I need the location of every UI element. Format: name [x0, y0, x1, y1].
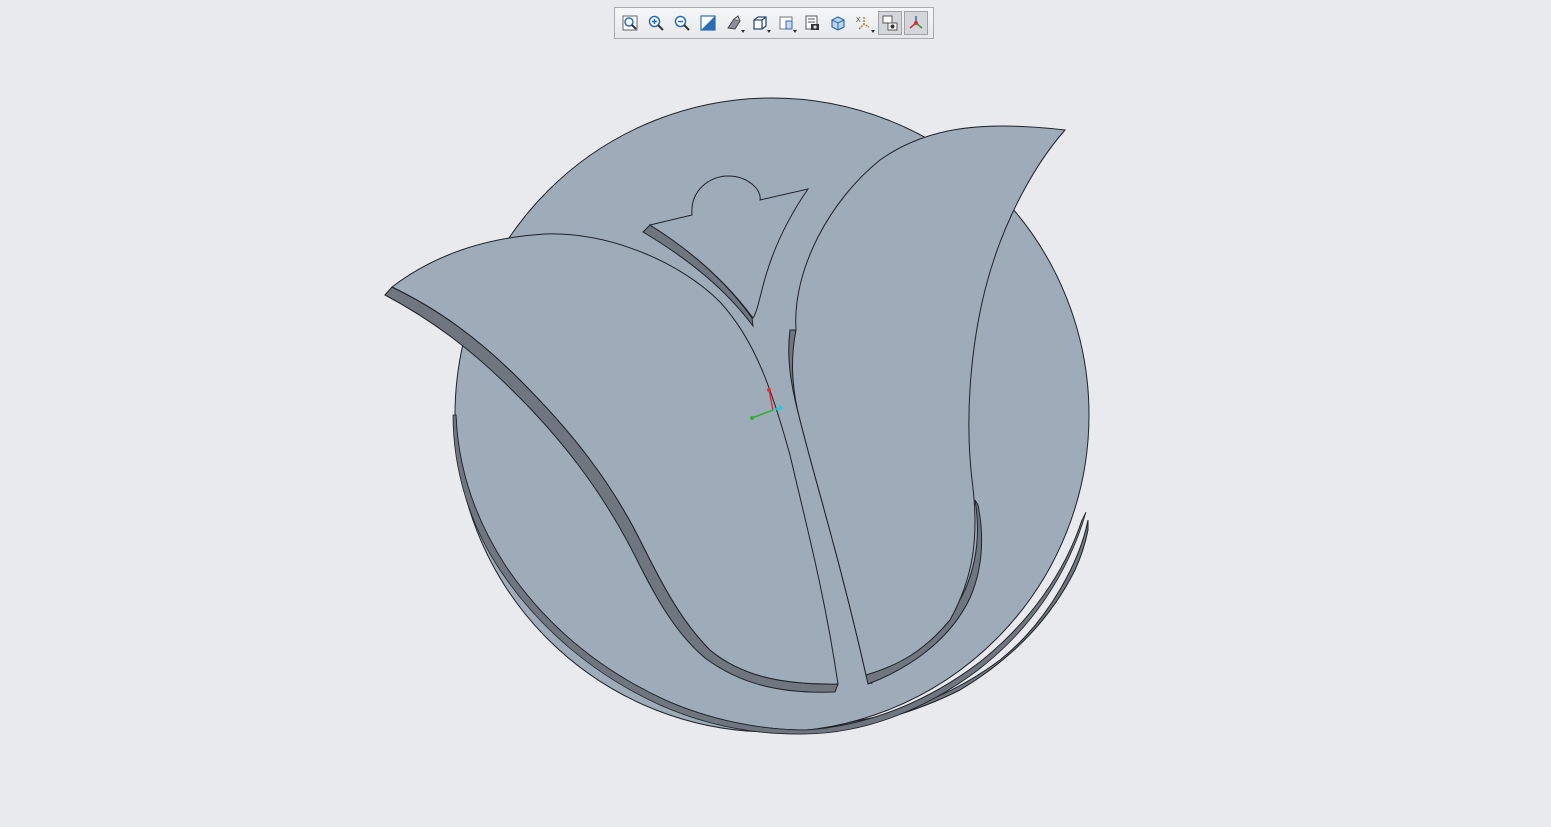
- view-manager-icon: [805, 15, 819, 30]
- annotation-display-icon: [882, 15, 898, 31]
- refit-button[interactable]: [618, 11, 642, 35]
- repaint-icon: [700, 15, 716, 31]
- view-toolbar: X: [614, 7, 934, 39]
- refit-icon: [622, 15, 638, 31]
- section-button[interactable]: [826, 11, 850, 35]
- zoom-in-button[interactable]: [644, 11, 668, 35]
- dropdown-arrow-icon: [793, 30, 797, 33]
- spin-center-button[interactable]: [904, 11, 928, 35]
- svg-text:X: X: [856, 17, 861, 24]
- 3d-viewport[interactable]: X: [0, 0, 1551, 827]
- datum-display-button[interactable]: X: [852, 11, 876, 35]
- display-style-button[interactable]: [748, 11, 772, 35]
- annotation-display-button[interactable]: [878, 11, 902, 35]
- spin-center-icon: [909, 16, 923, 29]
- perspective-button[interactable]: [722, 11, 746, 35]
- saved-views-button[interactable]: [774, 11, 798, 35]
- dropdown-arrow-icon: [741, 30, 745, 33]
- zoom-out-button[interactable]: [670, 11, 694, 35]
- zoom-in-icon: [648, 15, 664, 31]
- dropdown-arrow-icon: [871, 30, 875, 33]
- repaint-button[interactable]: [696, 11, 720, 35]
- dropdown-arrow-icon: [767, 30, 771, 33]
- section-icon: [831, 16, 845, 31]
- model-tulip-emblem[interactable]: [0, 0, 1551, 827]
- zoom-out-icon: [674, 15, 690, 31]
- view-manager-button[interactable]: [800, 11, 824, 35]
